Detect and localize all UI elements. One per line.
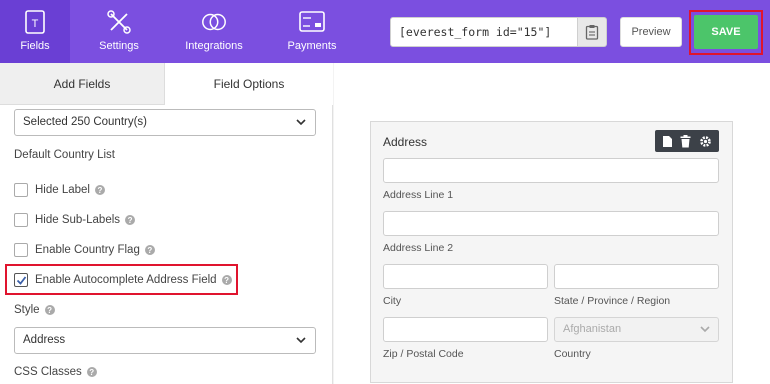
address-line-2-input[interactable] bbox=[383, 211, 719, 236]
gear-icon[interactable] bbox=[699, 135, 712, 148]
tab-integrations[interactable]: Integrations bbox=[178, 0, 250, 63]
tab-settings-label: Settings bbox=[99, 40, 139, 52]
city-label: City bbox=[383, 295, 402, 307]
tab-fields[interactable]: T Fields bbox=[0, 0, 70, 63]
country-label: Country bbox=[554, 348, 591, 360]
clipboard-icon bbox=[585, 25, 599, 40]
zip-input[interactable] bbox=[383, 317, 548, 342]
integrations-icon bbox=[200, 8, 228, 36]
chevron-down-icon bbox=[296, 337, 306, 344]
preview-button[interactable]: Preview bbox=[620, 17, 682, 47]
zip-label: Zip / Postal Code bbox=[383, 348, 464, 360]
enable-country-flag-text: Enable Country Flag bbox=[35, 244, 140, 256]
hide-sublabels-checkbox[interactable] bbox=[14, 213, 28, 227]
checkmark-icon bbox=[16, 275, 26, 285]
help-icon: ? bbox=[144, 245, 155, 255]
hide-sublabels-text: Hide Sub-Labels bbox=[35, 214, 121, 226]
country-select-value: Selected 250 Country(s) bbox=[23, 116, 148, 128]
hide-label-text: Hide Label bbox=[35, 184, 90, 196]
tab-integrations-label: Integrations bbox=[185, 40, 243, 52]
chevron-down-icon bbox=[700, 326, 710, 333]
style-label: Style bbox=[14, 304, 40, 316]
address-line-2-label: Address Line 2 bbox=[383, 242, 454, 254]
css-classes-label-row: CSS Classes ? bbox=[14, 366, 97, 378]
duplicate-icon[interactable] bbox=[662, 135, 673, 148]
address-field-title: Address bbox=[383, 135, 428, 149]
help-icon: ? bbox=[125, 215, 136, 225]
hide-label-checkbox[interactable] bbox=[14, 183, 28, 197]
tab-fields-label: Fields bbox=[20, 40, 50, 52]
country-dropdown-value: Afghanistan bbox=[563, 323, 622, 335]
enable-autocomplete-text: Enable Autocomplete Address Field bbox=[35, 274, 217, 286]
field-options-panel: Add Fields Field Options Selected 250 Co… bbox=[0, 63, 333, 384]
save-button[interactable]: SAVE bbox=[694, 15, 758, 49]
chevron-down-icon bbox=[296, 119, 306, 126]
enable-autocomplete-checkbox[interactable] bbox=[14, 273, 28, 287]
country-select[interactable]: Selected 250 Country(s) bbox=[14, 109, 316, 136]
city-input[interactable] bbox=[383, 264, 548, 289]
enable-country-flag-option[interactable]: Enable Country Flag ? bbox=[14, 243, 155, 257]
address-line-1-label: Address Line 1 bbox=[383, 189, 454, 201]
top-toolbar: T Fields Settings Integrations Payments … bbox=[0, 0, 770, 63]
field-tools bbox=[655, 130, 719, 152]
enable-autocomplete-option[interactable]: Enable Autocomplete Address Field ? bbox=[14, 273, 232, 287]
copy-shortcode-button[interactable] bbox=[578, 17, 607, 47]
payments-icon bbox=[298, 8, 326, 36]
default-country-label: Default Country List bbox=[14, 149, 115, 161]
svg-text:T: T bbox=[32, 18, 39, 30]
hide-label-option[interactable]: Hide Label ? bbox=[14, 183, 105, 197]
help-icon: ? bbox=[44, 305, 55, 315]
tab-settings[interactable]: Settings bbox=[84, 0, 154, 63]
help-icon: ? bbox=[94, 185, 105, 195]
state-input[interactable] bbox=[554, 264, 719, 289]
help-icon: ? bbox=[221, 275, 232, 285]
tab-payments-label: Payments bbox=[287, 40, 337, 52]
style-label-row: Style ? bbox=[14, 304, 55, 316]
help-icon: ? bbox=[86, 367, 97, 377]
css-classes-label: CSS Classes bbox=[14, 366, 82, 378]
hide-sublabels-option[interactable]: Hide Sub-Labels ? bbox=[14, 213, 136, 227]
fields-icon: T bbox=[21, 8, 49, 36]
style-select[interactable]: Address bbox=[14, 327, 316, 354]
tab-field-options[interactable]: Field Options bbox=[165, 63, 333, 105]
shortcode-field[interactable]: [everest_form id="15"] bbox=[390, 17, 578, 47]
trash-icon[interactable] bbox=[680, 134, 691, 148]
enable-country-flag-checkbox[interactable] bbox=[14, 243, 28, 257]
settings-icon bbox=[105, 8, 133, 36]
style-select-value: Address bbox=[23, 334, 66, 346]
country-dropdown[interactable]: Afghanistan bbox=[554, 317, 719, 342]
address-line-1-input[interactable] bbox=[383, 158, 719, 183]
tab-add-fields[interactable]: Add Fields bbox=[0, 63, 165, 105]
tab-payments[interactable]: Payments bbox=[276, 0, 348, 63]
state-label: State / Province / Region bbox=[554, 295, 671, 307]
